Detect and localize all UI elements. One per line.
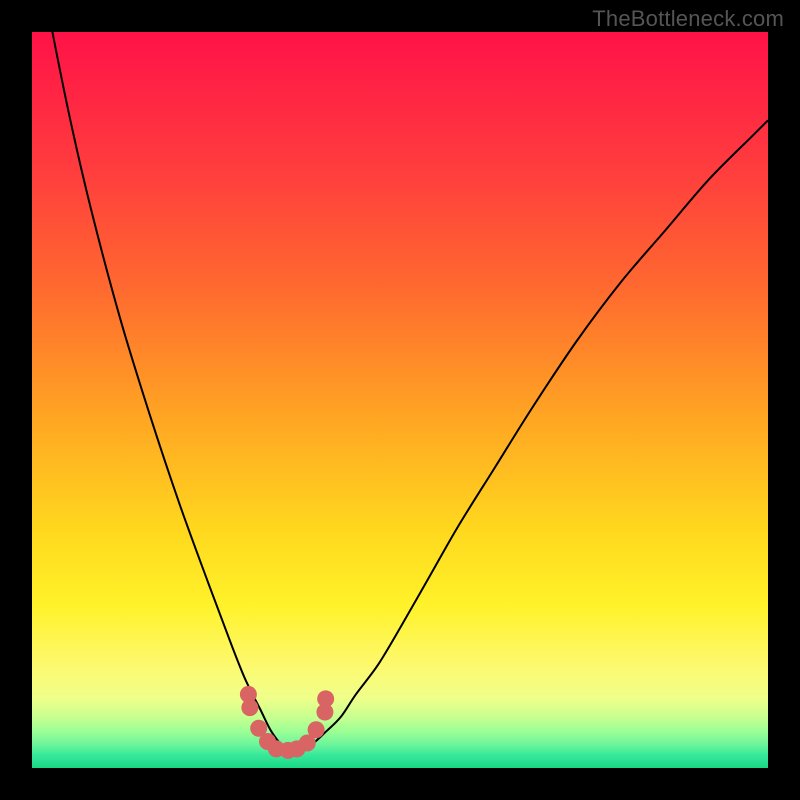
data-dot bbox=[317, 690, 334, 707]
watermark-text: TheBottleneck.com bbox=[592, 6, 784, 32]
data-dot bbox=[308, 721, 325, 738]
chart-svg bbox=[32, 32, 768, 768]
data-dot bbox=[241, 699, 258, 716]
chart-background bbox=[32, 32, 768, 768]
plot-area bbox=[32, 32, 768, 768]
chart-outer-frame: TheBottleneck.com bbox=[0, 0, 800, 800]
